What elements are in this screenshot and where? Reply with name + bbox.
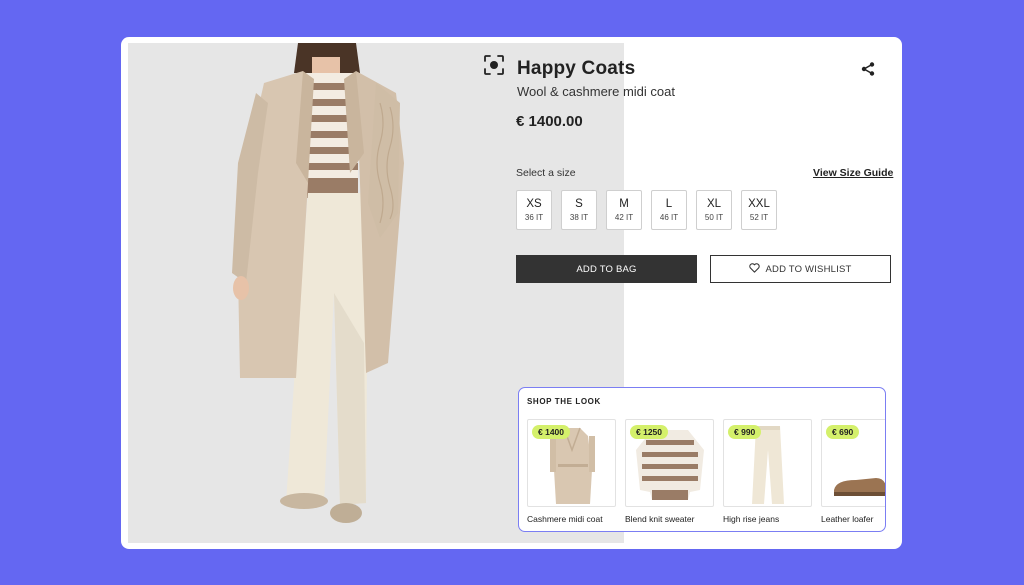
size-code: M <box>619 198 629 210</box>
product-price: € 1400.00 <box>516 113 583 130</box>
look-item-image: € 1400 <box>527 419 616 507</box>
size-it: 46 IT <box>659 213 679 222</box>
size-code: XS <box>526 198 542 210</box>
look-item-price: € 1250 <box>630 425 668 439</box>
size-it: 38 IT <box>569 213 589 222</box>
size-code: XL <box>706 198 722 210</box>
product-name: Wool & cashmere midi coat <box>517 84 675 99</box>
size-code: S <box>575 198 583 210</box>
product-card: Happy Coats Wool & cashmere midi coat € … <box>121 37 902 549</box>
size-guide-link[interactable]: View Size Guide <box>813 167 893 179</box>
size-option-m[interactable]: M 42 IT <box>606 190 642 230</box>
size-it: 50 IT <box>704 213 724 222</box>
size-it: 42 IT <box>614 213 634 222</box>
look-item-name: Leather loafer <box>821 514 874 524</box>
look-item-name: Blend knit sweater <box>625 514 695 524</box>
look-item-image: € 990 <box>723 419 812 507</box>
size-it: 36 IT <box>524 213 544 222</box>
look-item-price: € 1400 <box>532 425 570 439</box>
size-code: L <box>665 198 673 210</box>
size-it: 52 IT <box>749 213 769 222</box>
add-to-bag-button[interactable]: ADD TO BAG <box>516 255 697 283</box>
size-option-xs[interactable]: XS 36 IT <box>516 190 552 230</box>
size-option-xl[interactable]: XL 50 IT <box>696 190 732 230</box>
look-item-sweater[interactable]: € 1250 Blend knit sweater <box>625 419 714 524</box>
look-item-price: € 690 <box>826 425 860 439</box>
look-item-coat[interactable]: € 1400 Cashmere midi coat <box>527 419 616 524</box>
size-code: XXL <box>748 198 770 210</box>
shop-the-look-panel: SHOP THE LOOK € 1400 Cashmere midi coat <box>518 387 886 532</box>
wishlist-label: ADD TO WISHLIST <box>765 263 852 275</box>
look-item-name: Cashmere midi coat <box>527 514 603 524</box>
look-item-image: € 690 <box>821 419 885 507</box>
size-option-xxl[interactable]: XXL 52 IT <box>741 190 777 230</box>
heart-icon <box>749 262 761 276</box>
look-item-price: € 990 <box>728 425 762 439</box>
look-item-name: High rise jeans <box>723 514 780 524</box>
shop-the-look-carousel[interactable]: € 1400 Cashmere midi coat € 1250 Blend k… <box>527 419 885 529</box>
size-selector-label: Select a size <box>516 167 576 179</box>
size-option-s[interactable]: S 38 IT <box>561 190 597 230</box>
look-item-loafer[interactable]: € 690 Leather loafer <box>821 419 885 524</box>
look-item-jeans[interactable]: € 990 High rise jeans <box>723 419 812 524</box>
look-item-image: € 1250 <box>625 419 714 507</box>
share-icon[interactable] <box>860 61 876 77</box>
product-brand: Happy Coats <box>517 58 636 79</box>
scan-icon[interactable] <box>483 54 505 76</box>
add-to-wishlist-button[interactable]: ADD TO WISHLIST <box>710 255 891 283</box>
size-option-l[interactable]: L 46 IT <box>651 190 687 230</box>
shop-the-look-title: SHOP THE LOOK <box>527 397 601 406</box>
